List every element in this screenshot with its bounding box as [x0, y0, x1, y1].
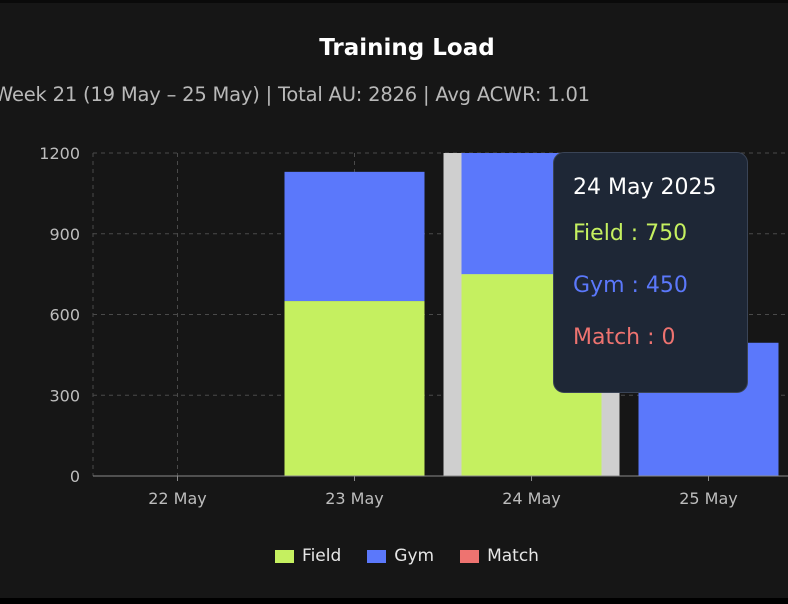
bar-gym-23-may[interactable] [284, 171, 425, 302]
legend-item-match[interactable]: Match [460, 546, 539, 566]
y-tick-label: 1200 [39, 144, 80, 163]
legend-swatch-gym [367, 549, 387, 563]
x-tick-label: 24 May [502, 489, 561, 508]
y-tick-label: 300 [49, 386, 80, 405]
tooltip-gym-value: Gym : 450 [573, 273, 688, 298]
x-tick-label: 23 May [325, 489, 384, 508]
legend-item-field[interactable]: Field [275, 546, 341, 566]
y-tick-label: 600 [49, 306, 80, 325]
legend-label-gym: Gym [394, 546, 435, 566]
y-tick-label: 900 [49, 225, 80, 244]
legend-swatch-field [275, 549, 295, 563]
chart-panel: Training Load Week 21 (19 May – 25 May) … [0, 0, 788, 598]
x-tick-label: 22 May [148, 489, 207, 508]
legend-label-field: Field [302, 546, 342, 566]
legend-label-match: Match [487, 546, 539, 566]
chart-tooltip: 24 May 2025 Field : 750 Gym : 450 Match … [553, 152, 748, 393]
y-tick-label: 0 [70, 467, 80, 486]
legend-item-gym[interactable]: Gym [367, 546, 434, 566]
legend-swatch-match [460, 549, 480, 563]
tooltip-date: 24 May 2025 [573, 175, 717, 200]
x-tick-label: 25 May [679, 489, 738, 508]
chart-legend: Field Gym Match [0, 546, 788, 566]
bar-field-23-may[interactable] [284, 301, 425, 476]
tooltip-match-value: Match : 0 [573, 325, 676, 350]
tooltip-field-value: Field : 750 [573, 221, 688, 246]
